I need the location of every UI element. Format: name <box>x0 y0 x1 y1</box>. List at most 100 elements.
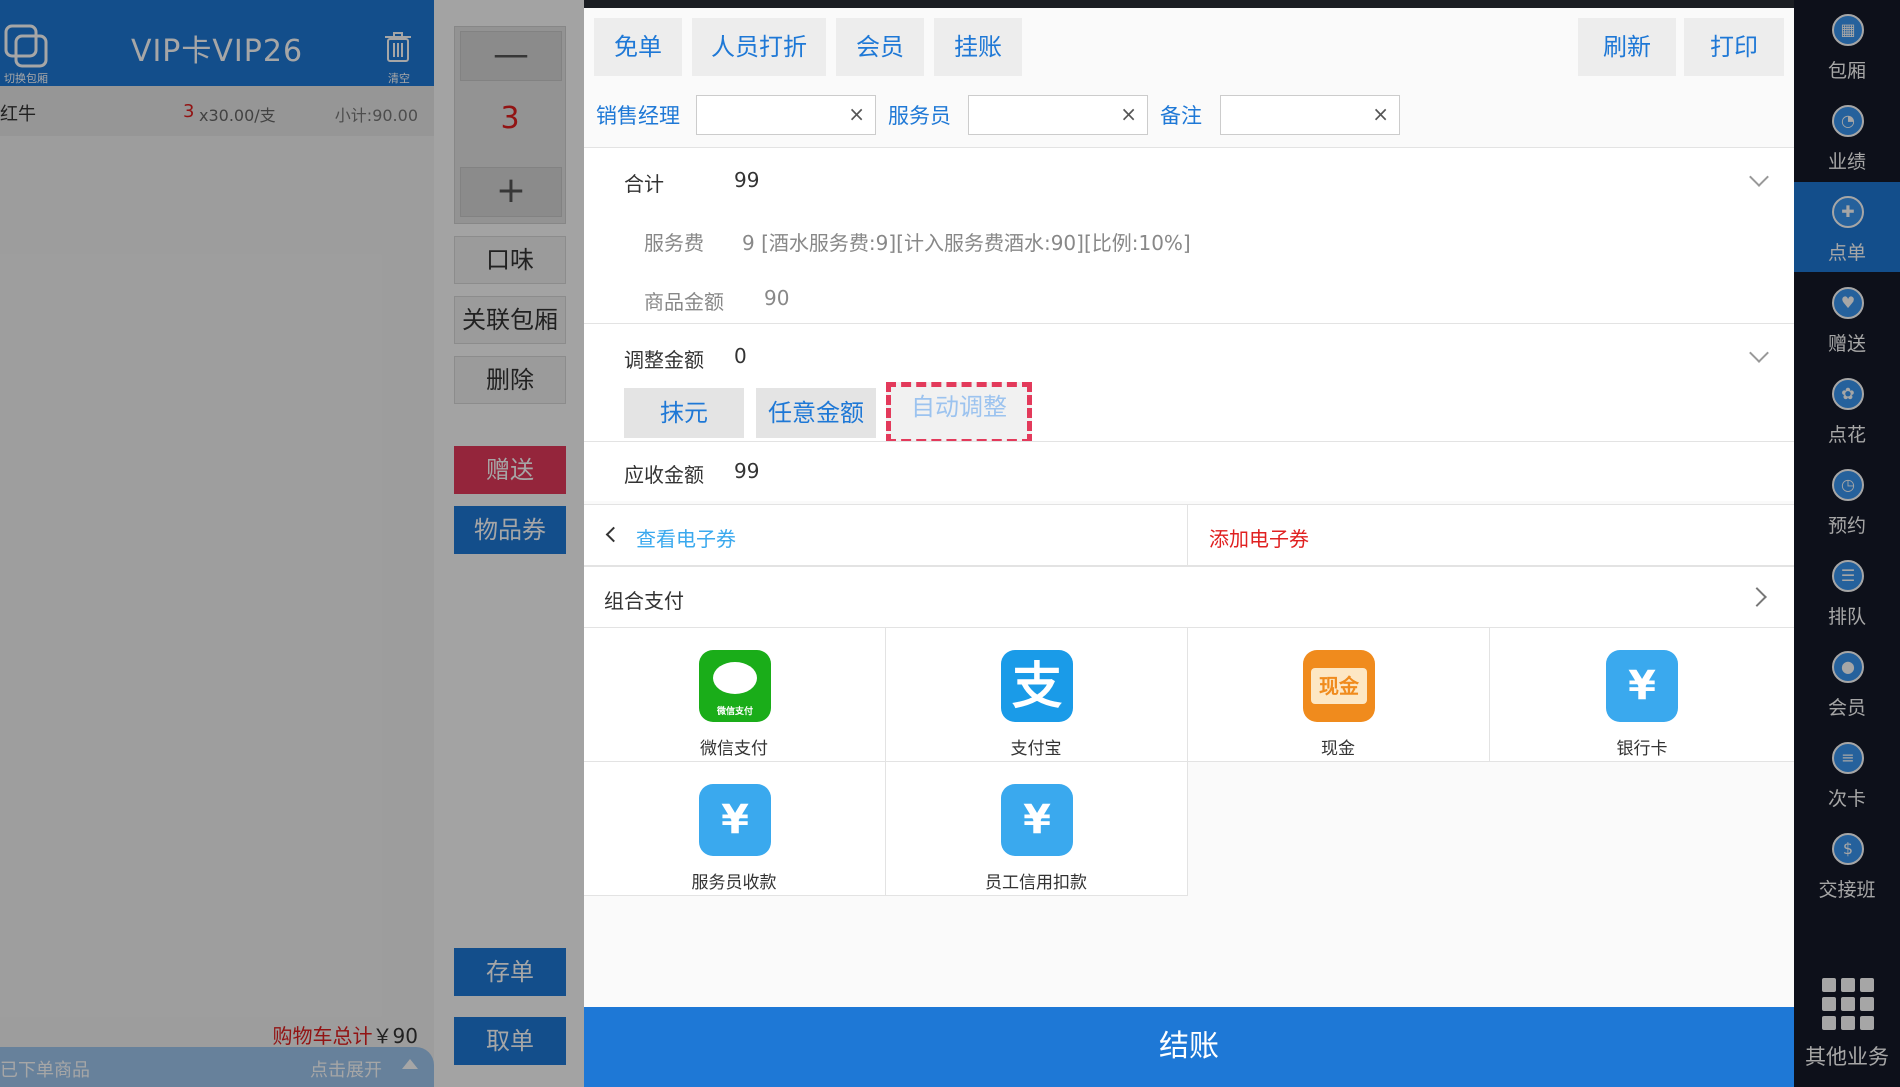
sales-manager-label: 销售经理 <box>596 104 680 128</box>
chevron-right-icon <box>1747 587 1767 607</box>
payment-staff-credit[interactable]: ¥ 员工信用扣款 <box>886 762 1188 896</box>
clear-icon[interactable]: × <box>1372 102 1389 126</box>
link-room-button[interactable]: 关联包厢 <box>454 296 566 344</box>
save-order-button[interactable]: 存单 <box>454 948 566 996</box>
gift-button[interactable]: 赠送 <box>454 446 566 494</box>
voucher-button[interactable]: 物品券 <box>454 506 566 554</box>
chevron-down-icon[interactable] <box>1749 343 1769 363</box>
other-business-label[interactable]: 其他业务 <box>1794 1041 1900 1071</box>
expand-label: 点击展开 <box>310 1060 382 1081</box>
receivable-section: 应收金额 99 <box>584 441 1794 501</box>
qty-minus-button[interactable]: — <box>460 31 562 81</box>
cart-item[interactable]: 红牛 3 x30.00/支 小计:90.00 <box>0 86 434 136</box>
cart-header: 切换包厢 VIP卡VIP26 清空 <box>0 0 434 86</box>
sidebar-item-label: 包厢 <box>1827 60 1866 82</box>
clear-icon[interactable]: × <box>848 102 865 126</box>
checkout-button[interactable]: 结账 <box>584 1007 1794 1087</box>
view-coupon-button[interactable]: 查看电子券 <box>584 505 1188 565</box>
waiter-input[interactable]: × <box>968 95 1148 135</box>
adjust-value: 0 <box>734 344 747 368</box>
payment-wechat[interactable]: 微信支付 微信支付 <box>584 628 886 762</box>
item-qty: 3 <box>183 101 195 122</box>
remark-label: 备注 <box>1160 104 1202 128</box>
add-coupon-button[interactable]: 添加电子券 <box>1189 505 1793 565</box>
trash-icon[interactable] <box>384 32 412 62</box>
chevron-left-icon <box>605 526 622 543</box>
view-coupon-label: 查看电子券 <box>636 527 736 551</box>
clear-label: 清空 <box>388 72 410 85</box>
cart-total-label: 购物车总计 <box>272 1024 373 1048</box>
sidebar-item-label: 预约 <box>1827 515 1866 537</box>
quantity-stepper: — 3 + <box>454 26 566 224</box>
sidebar-item-label: 交接班 <box>1818 879 1876 901</box>
shift-icon: $ <box>1832 833 1864 865</box>
ordered-items-bar[interactable]: 已下单商品 点击展开 <box>0 1047 434 1087</box>
sidebar-item-room[interactable]: ▦ 包厢 <box>1794 0 1900 90</box>
wechat-pay-icon: 微信支付 <box>699 650 771 722</box>
apps-grid-icon[interactable] <box>1822 978 1874 1030</box>
take-order-button[interactable]: 取单 <box>454 1017 566 1065</box>
caret-up-icon <box>402 1059 418 1069</box>
sidebar-item-shift[interactable]: $ 交接班 <box>1794 819 1900 909</box>
member-button[interactable]: 会员 <box>836 18 924 76</box>
payment-alipay[interactable]: 支 支付宝 <box>886 628 1188 762</box>
item-name: 红牛 <box>0 104 36 125</box>
right-sidebar: ▦ 包厢 ◔ 业绩 ✚ 点单 ♥ 赠送 ✿ 点花 ◷ 预约 ☰ 排队 ● 会员 ≡ 次卡 $ 交接班… <box>1794 0 1900 1087</box>
goods-amount-label: 商品金额 <box>644 290 724 314</box>
waiter-collect-icon: ¥ <box>699 784 771 856</box>
payment-waiter-collect[interactable]: ¥ 服务员收款 <box>584 762 886 896</box>
chevron-down-icon[interactable] <box>1749 167 1769 187</box>
room-icon: ▦ <box>1832 14 1864 46</box>
ordered-label: 已下单商品 <box>0 1060 90 1081</box>
payment-label: 微信支付 <box>700 739 768 759</box>
sales-manager-input[interactable]: × <box>696 95 876 135</box>
free-order-button[interactable]: 免单 <box>594 18 682 76</box>
sidebar-item-member[interactable]: ● 会员 <box>1794 637 1900 727</box>
checkout-panel: 免单 人员打折 会员 挂账 刷新 打印 销售经理 × 服务员 × 备注 × 合计… <box>584 8 1794 1087</box>
alipay-icon: 支 <box>1001 650 1073 722</box>
sidebar-item-label: 排队 <box>1827 606 1866 628</box>
staff-discount-button[interactable]: 人员打折 <box>692 18 826 76</box>
any-amount-button[interactable]: 任意金额 <box>756 388 876 438</box>
sidebar-item-label: 点花 <box>1827 424 1866 446</box>
payment-bank-card[interactable]: ¥ 银行卡 <box>1490 628 1794 762</box>
auto-adjust-button[interactable]: 自动调整 <box>886 382 1032 444</box>
sidebar-item-gift[interactable]: ♥ 赠送 <box>1794 273 1900 363</box>
cart-title: VIP卡VIP26 <box>130 34 304 69</box>
coupon-section: 查看电子券 添加电子券 <box>584 504 1794 566</box>
sidebar-item-flower[interactable]: ✿ 点花 <box>1794 364 1900 454</box>
total-label: 合计 <box>624 172 664 196</box>
total-section: 合计 99 服务费 9 [酒水服务费:9][计入服务费酒水:90][比例:10%… <box>584 147 1794 323</box>
sidebar-item-reservation[interactable]: ◷ 预约 <box>1794 455 1900 545</box>
times-card-icon: ≡ <box>1832 742 1864 774</box>
remark-input[interactable]: × <box>1220 95 1400 135</box>
service-fee-value: 9 [酒水服务费:9][计入服务费酒水:90][比例:10%] <box>742 231 1191 255</box>
item-subtotal: 小计:90.00 <box>334 106 418 125</box>
sidebar-item-label: 次卡 <box>1827 788 1866 810</box>
sidebar-item-performance[interactable]: ◔ 业绩 <box>1794 91 1900 181</box>
receivable-label: 应收金额 <box>624 463 704 487</box>
combo-pay-row[interactable]: 组合支付 <box>584 566 1794 628</box>
credit-button[interactable]: 挂账 <box>934 18 1022 76</box>
sidebar-item-label: 赠送 <box>1827 333 1866 355</box>
gift-icon: ♥ <box>1832 287 1864 319</box>
clear-icon[interactable]: × <box>1120 102 1137 126</box>
staff-credit-icon: ¥ <box>1001 784 1073 856</box>
refresh-button[interactable]: 刷新 <box>1578 18 1676 76</box>
payment-label: 银行卡 <box>1616 739 1668 759</box>
sidebar-item-times-card[interactable]: ≡ 次卡 <box>1794 728 1900 818</box>
adjust-label: 调整金额 <box>624 348 704 372</box>
taste-button[interactable]: 口味 <box>454 236 566 284</box>
sidebar-item-order[interactable]: ✚ 点单 <box>1794 182 1900 272</box>
delete-button[interactable]: 删除 <box>454 356 566 404</box>
sidebar-item-queue[interactable]: ☰ 排队 <box>1794 546 1900 636</box>
item-price: x30.00/支 <box>199 106 276 125</box>
receivable-value: 99 <box>734 459 760 483</box>
qty-plus-button[interactable]: + <box>460 167 562 217</box>
round-off-button[interactable]: 抹元 <box>624 388 744 438</box>
performance-icon: ◔ <box>1832 105 1864 137</box>
payment-cash[interactable]: 现金 现金 <box>1188 628 1490 762</box>
print-button[interactable]: 打印 <box>1684 18 1784 76</box>
flower-icon: ✿ <box>1832 378 1864 410</box>
adjust-section: 调整金额 0 抹元 任意金额 自动调整 <box>584 323 1794 444</box>
